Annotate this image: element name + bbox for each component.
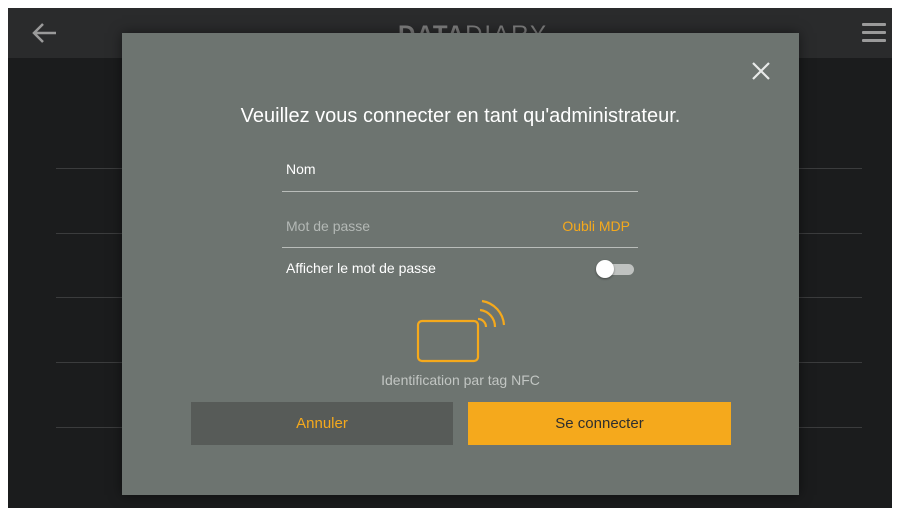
password-field: Oubli MDP [282, 218, 638, 248]
dialog-title: Veuillez vous connecter en tant qu'admin… [240, 105, 681, 127]
show-password-label: Afficher le mot de passe [286, 260, 436, 276]
admin-login-dialog: Veuillez vous connecter en tant qu'admin… [122, 33, 799, 495]
nfc-card-icon[interactable] [414, 295, 510, 375]
cancel-button[interactable]: Annuler [191, 402, 453, 445]
connect-button[interactable]: Se connecter [468, 402, 731, 445]
name-input[interactable] [282, 161, 638, 177]
app-window: DATADIARY Veuillez vous connecter en tan… [8, 8, 892, 508]
name-field [282, 161, 638, 192]
hamburger-menu-icon[interactable] [862, 23, 886, 43]
back-arrow-icon[interactable] [30, 20, 60, 46]
toggle-knob [596, 260, 614, 278]
nfc-label: Identification par tag NFC [381, 372, 540, 388]
close-icon[interactable] [750, 60, 772, 82]
show-password-toggle[interactable] [596, 260, 636, 278]
forgot-password-link[interactable]: Oubli MDP [562, 218, 630, 234]
